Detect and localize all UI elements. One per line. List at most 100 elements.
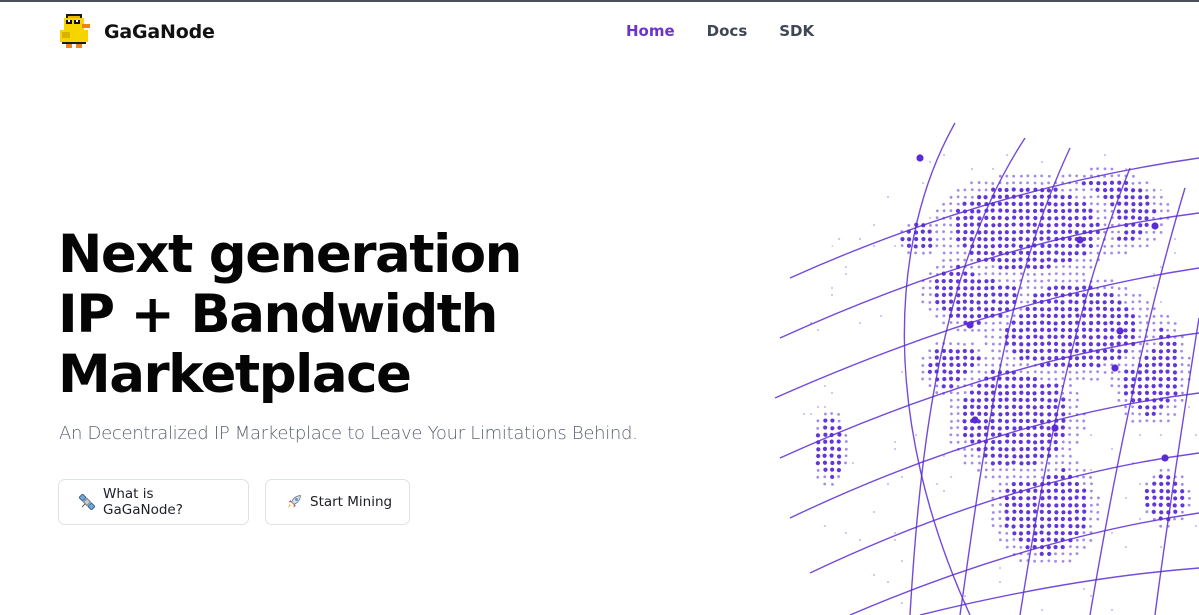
map-dot	[949, 405, 953, 409]
map-dot	[1067, 201, 1072, 207]
map-dot	[1040, 272, 1044, 276]
map-dot	[1151, 376, 1157, 381]
map-dot	[1032, 495, 1037, 501]
map-dot	[1005, 539, 1009, 542]
map-dot	[1004, 425, 1010, 431]
map-dot	[1137, 377, 1142, 382]
map-dot	[963, 454, 967, 458]
nav-home[interactable]: Home	[626, 22, 675, 40]
map-dot	[984, 391, 989, 396]
map-dot	[822, 446, 828, 451]
map-dot	[1153, 237, 1156, 241]
map-dot	[1054, 279, 1058, 283]
map-dot	[1111, 448, 1113, 450]
map-dot	[1039, 194, 1044, 199]
map-dot	[1081, 355, 1087, 360]
map-dot	[1068, 272, 1072, 276]
map-dot	[1039, 202, 1045, 207]
map-dot	[1075, 371, 1079, 374]
map-dot	[1060, 258, 1066, 263]
map-dot	[1040, 516, 1045, 521]
map-dot	[1011, 460, 1016, 465]
hero-title-line: IP + Bandwidth	[58, 284, 498, 345]
map-dot	[1081, 313, 1087, 318]
map-dot	[971, 329, 974, 332]
map-dot	[934, 285, 940, 290]
map-dot	[998, 300, 1003, 305]
map-dot	[1061, 377, 1065, 380]
map-dot	[1046, 188, 1051, 193]
map-dot	[1090, 469, 1092, 471]
map-dot	[1053, 404, 1058, 410]
what-is-gaganode-button[interactable]: What is GaGaNode?	[58, 479, 249, 525]
map-dot	[1004, 447, 1009, 452]
map-dot	[1109, 342, 1114, 347]
map-dot	[1159, 481, 1164, 487]
map-dot	[991, 335, 994, 339]
map-dot	[977, 188, 981, 192]
brand[interactable]: GaGaNode	[60, 14, 215, 50]
map-dot	[935, 314, 939, 318]
map-dot	[844, 461, 847, 465]
map-dot	[1117, 215, 1122, 220]
map-dot	[1089, 370, 1092, 374]
map-dot	[956, 328, 960, 332]
map-dot	[1012, 454, 1017, 459]
map-dot	[1061, 362, 1066, 367]
map-dot	[1138, 419, 1142, 423]
map-dot	[1019, 215, 1024, 220]
map-dot	[1082, 426, 1086, 430]
map-dot	[976, 250, 981, 255]
map-dot	[976, 447, 981, 452]
map-dot	[1173, 509, 1178, 514]
map-dot	[949, 362, 954, 367]
map-dot	[1082, 196, 1086, 199]
map-dot	[1103, 223, 1107, 227]
map-dot	[984, 335, 988, 339]
map-dot	[1151, 411, 1156, 416]
map-dot	[1082, 509, 1087, 514]
map-dot	[1111, 237, 1114, 241]
map-dot	[1088, 180, 1094, 186]
map-dot	[1187, 356, 1191, 360]
map-dot	[1139, 342, 1142, 346]
nav-sdk[interactable]: SDK	[779, 22, 814, 40]
map-dot	[921, 243, 926, 249]
map-dot	[1026, 510, 1031, 515]
map-dot	[1068, 440, 1072, 444]
map-dot	[977, 370, 981, 374]
map-dot	[1018, 244, 1024, 249]
map-dot	[1018, 454, 1024, 459]
map-dot	[1130, 215, 1136, 220]
start-mining-button[interactable]: Start Mining	[265, 479, 410, 525]
map-dot	[1026, 273, 1030, 276]
map-dot	[1138, 335, 1142, 339]
map-dot	[1005, 272, 1008, 276]
map-dot	[1026, 537, 1031, 543]
map-dot	[1074, 208, 1079, 213]
map-dot	[836, 468, 841, 473]
map-dot	[1145, 510, 1149, 514]
map-dot	[1011, 439, 1017, 444]
map-dot	[998, 335, 1002, 339]
map-dot	[970, 286, 975, 291]
map-dot	[1109, 194, 1114, 200]
map-dot	[1047, 208, 1052, 214]
map-dot	[824, 385, 826, 387]
map-dot	[1172, 489, 1177, 494]
nav-docs[interactable]: Docs	[707, 22, 748, 40]
map-dot	[1068, 545, 1072, 548]
map-dot	[1075, 419, 1079, 423]
map-dot	[1139, 518, 1141, 520]
map-dot	[969, 222, 974, 227]
map-dot	[1166, 468, 1170, 472]
map-dot	[1130, 236, 1135, 241]
map-dot	[1180, 370, 1184, 374]
map-dot	[963, 229, 968, 235]
map-dot	[1145, 482, 1149, 486]
map-dot	[1018, 314, 1024, 319]
map-dot	[984, 342, 988, 346]
map-dot	[1159, 495, 1164, 500]
map-dot	[969, 292, 974, 298]
map-dot	[963, 195, 967, 199]
